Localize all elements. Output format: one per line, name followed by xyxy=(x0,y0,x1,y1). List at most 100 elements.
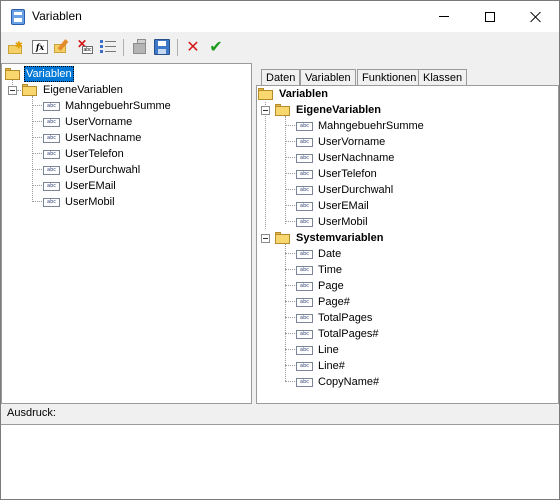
tree-node-label: Systemvariablen xyxy=(296,232,384,244)
tree-node-group[interactable]: EigeneVariablen xyxy=(8,82,125,98)
variable-abc-icon: abc xyxy=(296,121,313,131)
tree-item-label: UserNachname xyxy=(318,152,395,164)
copy-icon xyxy=(132,39,148,55)
copy-button[interactable] xyxy=(131,38,149,56)
maximize-icon xyxy=(485,11,495,22)
tree-item[interactable]: abc UserNachname xyxy=(296,150,396,166)
tree-item[interactable]: abc TotalPages# xyxy=(296,326,381,342)
variable-abc-icon: abc xyxy=(296,169,313,179)
close-icon xyxy=(530,11,542,23)
close-button[interactable] xyxy=(513,1,559,32)
list-button[interactable] xyxy=(99,38,117,56)
tree-node-root[interactable]: Variablen xyxy=(5,66,74,82)
variable-abc-icon: abc xyxy=(43,197,60,207)
save-button[interactable] xyxy=(153,38,171,56)
list-icon xyxy=(100,40,116,54)
tree-item[interactable]: abc UserDurchwahl xyxy=(43,162,142,178)
tab-funktionen[interactable]: Funktionen xyxy=(357,69,422,85)
maximize-button[interactable] xyxy=(467,1,513,32)
tree-node-label: Variablen xyxy=(24,66,74,82)
variable-abc-icon: abc xyxy=(296,377,313,387)
tab-variablen[interactable]: Variablen xyxy=(300,69,356,86)
collapse-icon[interactable] xyxy=(261,233,270,243)
tree-item[interactable]: abc UserDurchwahl xyxy=(296,182,395,198)
tree-item-label: MahngebuehrSumme xyxy=(318,120,424,132)
tree-item-label: Page# xyxy=(318,296,350,308)
tree-item-label: TotalPages xyxy=(318,312,373,324)
delete-icon: ✕ abc xyxy=(77,37,93,54)
tree-item[interactable]: abc CopyName# xyxy=(296,374,381,390)
tree-item[interactable]: abc Time xyxy=(296,262,344,278)
tree-node-group[interactable]: EigeneVariablen xyxy=(261,102,383,118)
tree-item-label: UserTelefon xyxy=(318,168,377,180)
tree-item-label: UserMobil xyxy=(65,196,115,208)
right-tab-area: Daten Variablen Funktionen Klassen Varia… xyxy=(256,63,559,404)
tree-item[interactable]: abc MahngebuehrSumme xyxy=(296,118,426,134)
tree-item-label: MahngebuehrSumme xyxy=(65,100,171,112)
tree-item[interactable]: abc Date xyxy=(296,246,343,262)
variable-abc-icon: abc xyxy=(43,165,60,175)
variable-abc-icon: abc xyxy=(296,281,313,291)
tree-item[interactable]: abc UserEMail xyxy=(296,198,371,214)
cancel-button[interactable]: ✕ xyxy=(184,38,202,56)
ok-button[interactable]: ✔ xyxy=(207,38,225,56)
edit-icon xyxy=(54,39,70,55)
tree-node-group[interactable]: Systemvariablen xyxy=(261,230,385,246)
tree-node-label: EigeneVariablen xyxy=(296,104,381,116)
left-tree-panel[interactable]: Variablen EigeneVariablen abc Mahngebueh… xyxy=(1,63,252,404)
cancel-icon: ✕ xyxy=(186,37,200,56)
tree-item[interactable]: abc UserMobil xyxy=(43,194,117,210)
tree-item[interactable]: abc UserVorname xyxy=(296,134,387,150)
variable-abc-icon: abc xyxy=(296,329,313,339)
variable-abc-icon: abc xyxy=(296,153,313,163)
variable-abc-icon: abc xyxy=(296,297,313,307)
toolbar-separator xyxy=(123,39,124,56)
tree-item[interactable]: abc UserTelefon xyxy=(296,166,379,182)
tree-item-label: Line# xyxy=(318,360,345,372)
tree-item[interactable]: abc UserTelefon xyxy=(43,146,126,162)
tree-item-label: UserEMail xyxy=(318,200,369,212)
minimize-button[interactable] xyxy=(421,1,467,32)
check-icon: ✔ xyxy=(209,37,223,56)
tree-item[interactable]: abc UserEMail xyxy=(43,178,118,194)
tree-item-label: UserMobil xyxy=(318,216,368,228)
tree-item-label: Page xyxy=(318,280,344,292)
variable-abc-icon: abc xyxy=(296,361,313,371)
tree-item[interactable]: abc MahngebuehrSumme xyxy=(43,98,173,114)
tree-item-label: Date xyxy=(318,248,342,260)
ausdruck-input[interactable] xyxy=(1,424,559,499)
ausdruck-label: Ausdruck: xyxy=(7,407,56,419)
collapse-icon[interactable] xyxy=(261,105,270,115)
variable-abc-icon: abc xyxy=(43,117,60,127)
tree-item[interactable]: abc TotalPages xyxy=(296,310,374,326)
tree-item-label: Line xyxy=(318,344,339,356)
tab-klassen[interactable]: Klassen xyxy=(418,69,468,85)
folder-new-icon: ✱ xyxy=(8,40,24,54)
tree-item-label: UserTelefon xyxy=(65,148,124,160)
variable-abc-icon: abc xyxy=(43,181,60,191)
tree-item-label: UserVorname xyxy=(318,136,386,148)
variable-abc-icon: abc xyxy=(296,137,313,147)
tree-item[interactable]: abc UserNachname xyxy=(43,130,143,146)
new-formula-button[interactable]: fx xyxy=(31,38,49,56)
tree-item[interactable]: abc Page# xyxy=(296,294,352,310)
edit-button[interactable] xyxy=(53,38,71,56)
tree-item[interactable]: abc Page xyxy=(296,278,346,294)
window-title: Variablen xyxy=(32,9,82,23)
delete-button[interactable]: ✕ abc xyxy=(76,37,94,56)
tree-item[interactable]: abc Line# xyxy=(296,358,347,374)
tree-item-label: Time xyxy=(318,264,343,276)
tree-item-label: UserNachname xyxy=(65,132,142,144)
new-folder-button[interactable]: ✱ xyxy=(7,38,25,56)
variablen-tree-panel[interactable]: Variablen EigeneVariablen abc Mahngebueh… xyxy=(256,85,559,404)
tree-item-label: CopyName# xyxy=(318,376,380,388)
collapse-icon[interactable] xyxy=(8,85,17,95)
fx-icon: fx xyxy=(32,40,48,54)
tree-item-label: TotalPages# xyxy=(318,328,379,340)
tree-item[interactable]: abc UserMobil xyxy=(296,214,370,230)
variable-abc-icon: abc xyxy=(43,133,60,143)
tree-item[interactable]: abc Line xyxy=(296,342,341,358)
tree-item[interactable]: abc UserVorname xyxy=(43,114,134,130)
tree-node-root[interactable]: Variablen xyxy=(258,86,330,102)
tab-daten[interactable]: Daten xyxy=(261,69,301,85)
